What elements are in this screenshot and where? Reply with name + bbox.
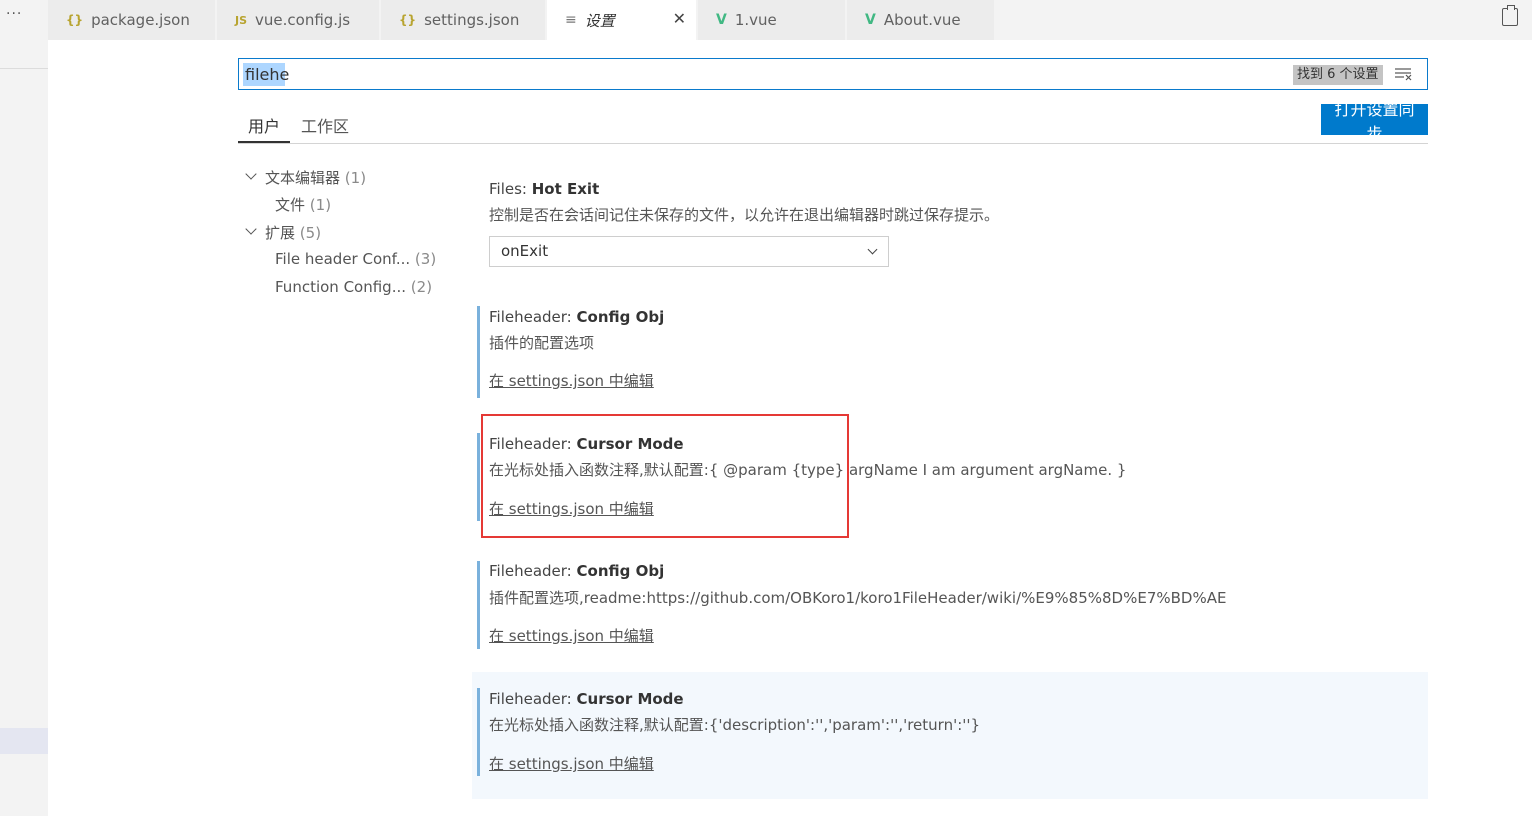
toc-item-file-header-config[interactable]: File header Conf... (3) [275, 250, 436, 268]
toc-count: (3) [414, 250, 437, 268]
tab-settings-editor[interactable]: ≡ 设置 ✕ [547, 0, 697, 40]
tab-vue-config-js[interactable]: JS vue.config.js [217, 0, 380, 40]
tab-label: 设置 [584, 11, 615, 30]
json-file-icon: {} [399, 13, 417, 27]
setting-category: Fileheader: [489, 562, 577, 580]
tab-label: vue.config.js [255, 11, 351, 29]
toc-label: 文件 [275, 196, 306, 214]
tab-settings-json[interactable]: {} settings.json [381, 0, 546, 40]
tab-about-vue[interactable]: V About.vue [847, 0, 995, 40]
toc-label: File header Conf... [275, 250, 411, 268]
setting-description: 在光标处插入函数注释,默认配置:{'description':'','param… [489, 716, 981, 734]
tab-label: package.json [91, 11, 190, 29]
settings-search-box[interactable]: 找到 6 个设置 [238, 58, 1428, 90]
edit-in-settings-json-link[interactable]: 在 settings.json 中编辑 [489, 625, 654, 646]
toc-label: 扩展 [265, 224, 296, 242]
toc-item-files[interactable]: 文件 (1) [275, 194, 331, 215]
setting-title: Fileheader: Config Obj [489, 308, 664, 326]
tab-label: 1.vue [734, 11, 777, 29]
json-file-icon: {} [66, 13, 84, 27]
search-input[interactable] [243, 62, 1243, 86]
setting-description: 插件的配置选项 [489, 334, 595, 352]
settings-file-icon: ≡ [565, 12, 577, 28]
toc-count: (1) [344, 169, 367, 187]
select-value: onExit [501, 242, 549, 260]
close-icon[interactable]: ✕ [673, 9, 686, 28]
chevron-down-icon [867, 244, 878, 255]
open-settings-json-icon[interactable] [1502, 5, 1518, 26]
setting-name: Config Obj [576, 562, 665, 580]
toc-count: (1) [309, 196, 332, 214]
tab-1-vue[interactable]: V 1.vue [698, 0, 846, 40]
modified-indicator [477, 688, 480, 776]
edit-in-settings-json-link[interactable]: 在 settings.json 中编辑 [489, 370, 654, 391]
tab-workspace[interactable]: 工作区 [301, 113, 349, 137]
setting-category: Fileheader: [489, 690, 577, 708]
result-count-badge: 找到 6 个设置 [1293, 65, 1383, 85]
setting-category: Fileheader: [489, 308, 577, 326]
more-actions-icon[interactable]: ··· [6, 6, 22, 22]
modified-indicator [477, 433, 480, 521]
modified-indicator [477, 561, 480, 649]
setting-fileheader-config-obj: Fileheader: Config Obj 插件的配置选项 在 setting… [477, 306, 1428, 398]
setting-fileheader-cursor-mode-2: Fileheader: Cursor Mode 在光标处插入函数注释,默认配置:… [472, 672, 1428, 799]
tab-label: About.vue [883, 11, 961, 29]
chevron-down-icon[interactable] [245, 168, 257, 180]
toc-label: Function Config... [275, 278, 407, 296]
setting-name: Cursor Mode [576, 690, 684, 708]
js-file-icon: JS [235, 13, 248, 27]
open-settings-sync-button[interactable]: 打开设置同步 [1321, 102, 1428, 143]
vue-file-icon: V [865, 12, 876, 28]
setting-description: 控制是否在会话间记住未保存的文件，以允许在退出编辑器时跳过保存提示。 [489, 206, 1000, 224]
setting-name: Hot Exit [531, 180, 600, 198]
clear-filter-icon[interactable] [1395, 67, 1413, 81]
chevron-down-icon[interactable] [245, 223, 257, 235]
toc-item-extensions[interactable]: 扩展 (5) [265, 222, 321, 243]
toc-count: (5) [299, 224, 322, 242]
tab-user[interactable]: 用户 [248, 113, 280, 137]
hot-exit-select[interactable]: onExit [489, 236, 889, 267]
highlight-annotation-box [481, 414, 849, 538]
modified-indicator [477, 306, 480, 398]
toc-count: (2) [410, 278, 433, 296]
setting-fileheader-config-obj-2: Fileheader: Config Obj 插件配置选项,readme:htt… [477, 561, 1428, 649]
setting-description: 插件配置选项,readme:https://github.com/OBKoro1… [489, 589, 1227, 607]
explorer-selected-row[interactable] [0, 728, 48, 754]
setting-title: Fileheader: Config Obj [489, 562, 664, 580]
tab-package-json[interactable]: {} package.json [48, 0, 216, 40]
toc-item-text-editor[interactable]: 文本编辑器 (1) [265, 167, 366, 188]
tab-label: settings.json [424, 11, 520, 29]
edit-in-settings-json-link[interactable]: 在 settings.json 中编辑 [489, 753, 654, 774]
setting-title: Files: Hot Exit [489, 180, 599, 198]
setting-category: Files: [489, 180, 532, 198]
toc-label: 文本编辑器 [265, 169, 341, 187]
toc-item-function-config[interactable]: Function Config... (2) [275, 278, 432, 296]
editor-tab-bar: {} package.json JS vue.config.js {} sett… [48, 0, 1532, 40]
divider [238, 143, 1428, 144]
divider [0, 68, 48, 69]
vue-file-icon: V [716, 12, 727, 28]
setting-title: Fileheader: Cursor Mode [489, 690, 684, 708]
setting-name: Config Obj [576, 308, 665, 326]
explorer-edge: ··· [0, 0, 48, 816]
